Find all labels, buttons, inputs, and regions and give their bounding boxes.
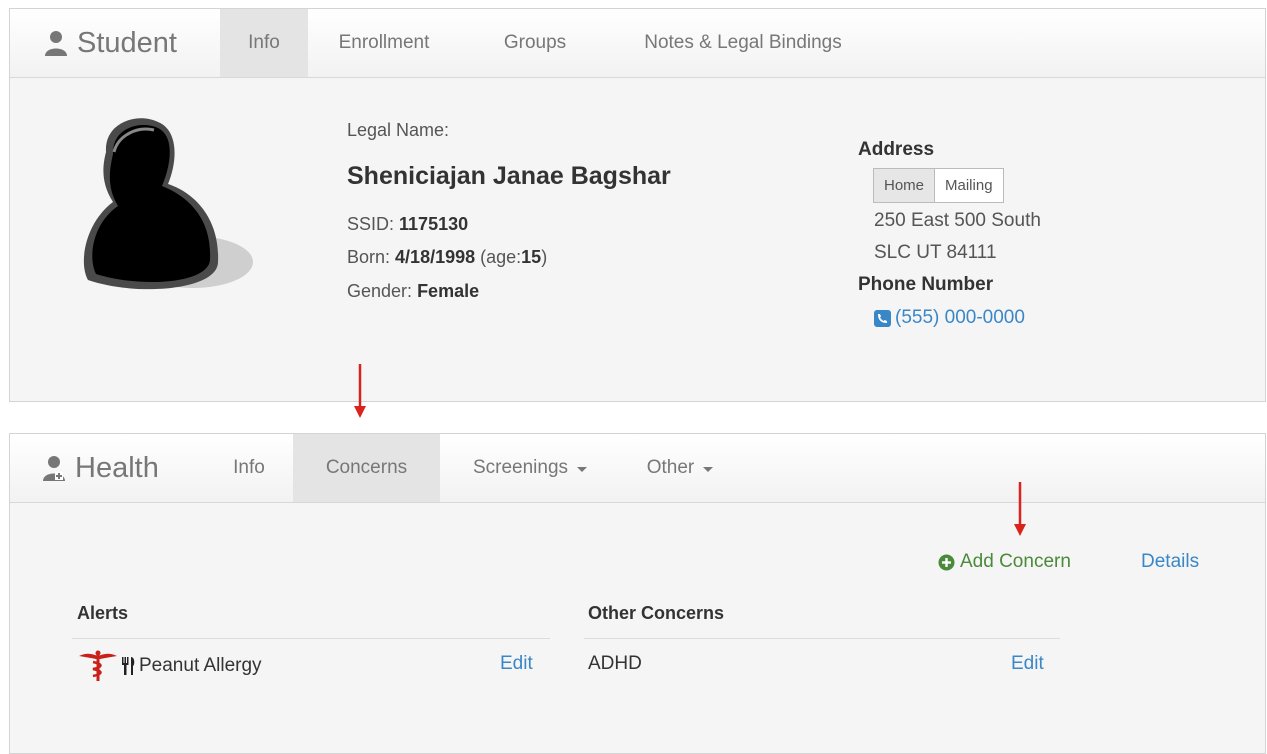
other-concerns-title: Other Concerns (588, 603, 725, 623)
student-navbar: Student Info Enrollment Groups Notes & L… (10, 9, 1265, 78)
born-value: 4/18/1998 (395, 247, 476, 267)
annotation-arrow-icon (354, 364, 366, 418)
address-home-button[interactable]: Home (874, 169, 936, 202)
address-mailing-button[interactable]: Mailing (935, 169, 1003, 202)
health-panel: Health Info Concerns Screenings Other Ad… (9, 433, 1266, 754)
details-link[interactable]: Details (1141, 551, 1199, 573)
chevron-down-icon (703, 467, 714, 472)
student-brand-label: Student (77, 26, 177, 59)
tab-label: Info (233, 457, 265, 478)
annotation-arrow-icon (1014, 482, 1026, 536)
caduceus-icon (79, 650, 117, 681)
tab-label: Enrollment (338, 32, 430, 53)
phone-title: Phone Number (858, 274, 994, 295)
born-line: Born: 4/18/1998 (age:15) (347, 247, 547, 268)
age-label: (age: (480, 247, 522, 267)
tab-label: Screenings (472, 457, 569, 478)
address-line2: SLC UT 84111 (874, 242, 997, 263)
other-edit-link[interactable]: Edit (1011, 653, 1044, 675)
tab-label: Other (646, 457, 695, 478)
add-concern-button[interactable]: Add Concern (938, 551, 1071, 573)
student-panel: Student Info Enrollment Groups Notes & L… (9, 8, 1266, 402)
tab-label: Groups (503, 32, 567, 53)
phone-link[interactable]: (555) 000-0000 (874, 307, 1025, 329)
legal-name-label: Legal Name: (347, 120, 450, 140)
gender-line: Gender: Female (347, 281, 479, 302)
tab-other[interactable]: Other (625, 434, 735, 502)
avatar (83, 118, 253, 290)
other-concern-item: ADHD (588, 653, 642, 674)
student-name: Sheniciajan Janae Bagshar (347, 162, 671, 190)
gender-label: Gender: (347, 281, 413, 301)
tab-notes-legal[interactable]: Notes & Legal Bindings (608, 9, 878, 77)
alert-edit-link[interactable]: Edit (500, 653, 533, 675)
ssid-value: 1175130 (399, 214, 469, 234)
tab-groups[interactable]: Groups (480, 9, 590, 77)
utensils-icon (122, 657, 135, 675)
other-concerns-divider (584, 638, 1060, 639)
user-icon (45, 31, 67, 56)
tab-enrollment[interactable]: Enrollment (318, 9, 450, 77)
health-body: Add Concern Details Alerts Peanut Allerg… (10, 503, 1265, 753)
plus-circle-icon (938, 554, 955, 570)
health-brand[interactable]: Health (41, 434, 159, 502)
student-brand[interactable]: Student (43, 9, 177, 77)
alerts-divider (72, 638, 550, 639)
tab-label: Notes & Legal Bindings (644, 32, 842, 53)
tab-student-info[interactable]: Info (220, 9, 308, 77)
health-brand-label: Health (75, 451, 159, 484)
phone-value: (555) 000-0000 (895, 307, 1025, 328)
tab-label: Info (248, 32, 280, 53)
student-body: Legal Name: Sheniciajan Janae Bagshar SS… (10, 78, 1265, 401)
tab-screenings[interactable]: Screenings (450, 434, 610, 502)
ssid-label: SSID: (347, 214, 395, 234)
tab-health-info[interactable]: Info (214, 434, 284, 502)
address-line1: 250 East 500 South (874, 210, 1041, 231)
chevron-down-icon (577, 467, 588, 472)
age-value: 15 (521, 247, 542, 267)
tab-concerns[interactable]: Concerns (293, 434, 440, 502)
ssid-line: SSID: 1175130 (347, 214, 468, 235)
phone-icon (874, 309, 891, 327)
alert-item-label: Peanut Allergy (139, 655, 262, 676)
address-title: Address (858, 139, 935, 160)
alert-row: Peanut Allergy (77, 650, 262, 682)
user-medical-icon (43, 456, 65, 481)
health-navbar: Health Info Concerns Screenings Other (10, 434, 1265, 503)
add-concern-label: Add Concern (960, 551, 1071, 572)
tab-label: Concerns (325, 457, 408, 478)
address-toggle: Home Mailing (873, 168, 1004, 203)
gender-value: Female (417, 281, 480, 301)
alerts-title: Alerts (77, 603, 129, 623)
age-close: ) (541, 247, 548, 267)
born-label: Born: (347, 247, 391, 267)
